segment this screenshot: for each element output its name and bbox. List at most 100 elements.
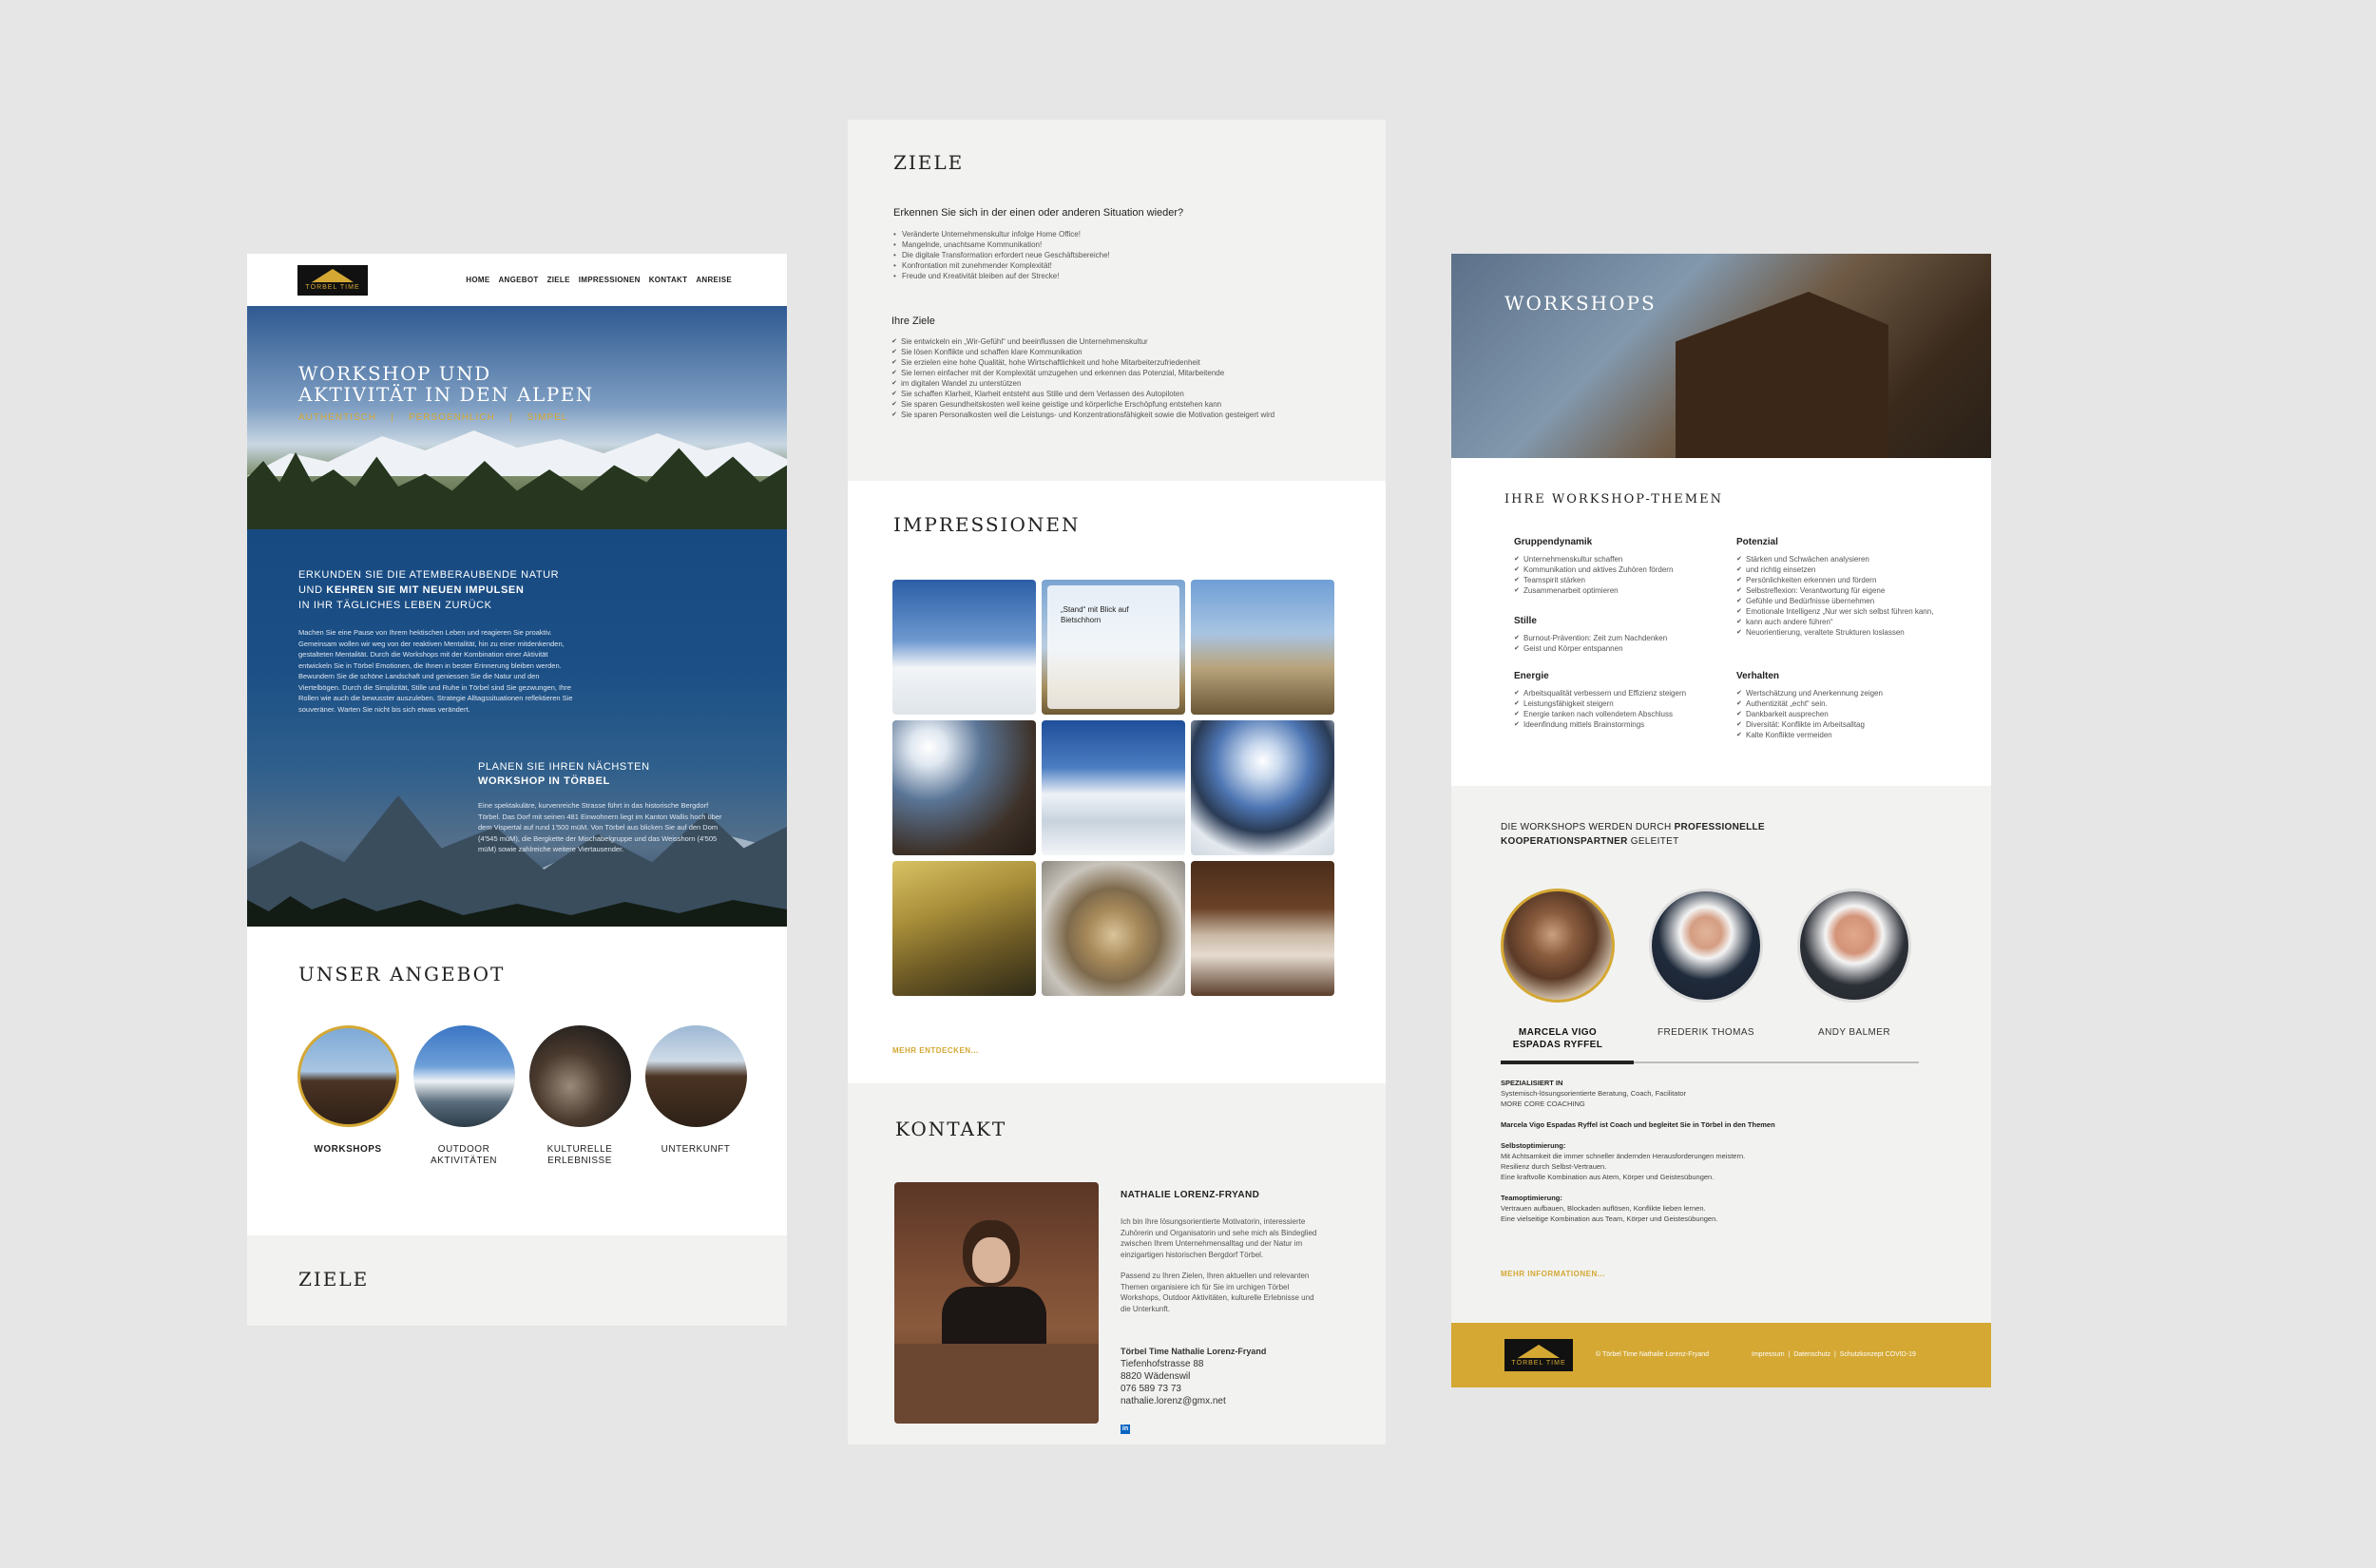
angebot-title: UNSER ANGEBOT — [298, 963, 506, 985]
contact-address: Törbel Time Nathalie Lorenz-Fryand Tiefe… — [1121, 1347, 1267, 1406]
plan-text: Eine spektakuläre, kurvenreiche Strasse … — [478, 801, 722, 853]
site-header: TÖRBEL TIME HOME ANGEBOT ZIELE IMPRESSIO… — [247, 254, 787, 306]
angebot-workshops[interactable]: WORKSHOPS — [295, 1025, 401, 1167]
workshops-mockup: WORKSHOPS IHRE WORKSHOP-THEMEN Gruppendy… — [1451, 254, 1991, 1387]
list-item: Sie sparen Gesundheitskosten weil keine … — [891, 399, 1338, 410]
nav-kontakt[interactable]: KONTAKT — [649, 276, 688, 284]
mehr-informationen-link[interactable]: MEHR INFORMATIONEN... — [1501, 1270, 1605, 1278]
partner-heading: DIE WORKSHOPS WERDEN DURCH PROFESSIONELL… — [1501, 822, 1765, 847]
partner-details: SPEZIALISIERT IN Systemisch-lösungsorien… — [1501, 1079, 1775, 1223]
logo-text: TÖRBEL TIME — [305, 284, 360, 291]
angebot-outdoor[interactable]: OUTDOOR AKTIVITÄTEN — [411, 1025, 517, 1167]
ihre-ziele-title: Ihre Ziele — [891, 316, 935, 327]
theme-energie: Energie Arbeitsqualität verbessern und E… — [1514, 671, 1733, 730]
impressionen-section: IMPRESSIONEN „Stand“ mit Blick auf Biets… — [848, 481, 1386, 1083]
nav-ziele[interactable]: ZIELE — [547, 276, 570, 284]
angebot-kultur[interactable]: KULTURELLE ERLEBNISSE — [527, 1025, 633, 1167]
linkedin-icon[interactable]: in — [1121, 1425, 1130, 1434]
gallery-image[interactable] — [892, 861, 1036, 996]
gallery-image[interactable] — [892, 720, 1036, 855]
avatar — [1501, 889, 1615, 1003]
list-item: Sie erzielen eine hohe Qualität, hohe Wi… — [891, 357, 1338, 368]
intro-section: ERKUNDEN SIE DIE ATEMBERAUBENDE NATUR UN… — [247, 529, 787, 927]
kontakt-section: KONTAKT NATHALIE LORENZ-FRYAND Ich bin I… — [848, 1083, 1386, 1444]
list-item: Konfrontation mit zunehmender Komplexitä… — [893, 260, 1331, 271]
intro-text: Machen Sie eine Pause von Ihrem hektisch… — [298, 628, 573, 714]
list-item: Veränderte Unternehmenskultur infolge Ho… — [893, 229, 1331, 239]
nav-home[interactable]: HOME — [466, 276, 489, 284]
theme-verhalten: Verhalten Wertschätzung und Anerkennung … — [1736, 671, 1955, 740]
intro-heading: ERKUNDEN SIE DIE ATEMBERAUBENDE NATUR UN… — [298, 569, 560, 611]
partner-section: DIE WORKSHOPS WERDEN DURCH PROFESSIONELL… — [1451, 786, 1991, 1323]
contact-email[interactable]: nathalie.lorenz@gmx.net — [1121, 1396, 1226, 1406]
situation-list: Veränderte Unternehmenskultur infolge Ho… — [893, 229, 1331, 281]
main-nav: HOME ANGEBOT ZIELE IMPRESSIONEN KONTAKT … — [466, 276, 732, 284]
avatar — [1797, 889, 1911, 1003]
ziele-question: Erkennen Sie sich in der einen oder ande… — [893, 207, 1184, 219]
logo[interactable]: TÖRBEL TIME — [297, 264, 368, 296]
site-footer: TÖRBEL TIME © Törbel Time Nathalie Loren… — [1451, 1323, 1991, 1387]
gallery-image[interactable] — [892, 580, 1036, 715]
content-mockup: ZIELE Erkennen Sie sich in der einen ode… — [848, 120, 1386, 1444]
themen-section: IHRE WORKSHOP-THEMEN Gruppendynamik Unte… — [1451, 458, 1991, 786]
workshops-title: WORKSHOPS — [1504, 292, 1657, 315]
hero-tagline: AUTHENTISCH | PERSOENHLICH | SIMPEL — [298, 412, 568, 423]
footer-copyright: © Törbel Time Nathalie Lorenz-Fryand — [1596, 1351, 1710, 1358]
footer-links[interactable]: Impressum | Datenschutz | Schutzkonzept … — [1752, 1351, 1916, 1358]
person-selector-line — [1501, 1061, 1919, 1064]
gallery-image[interactable] — [1042, 861, 1185, 996]
angebot-unterkunft[interactable]: UNTERKUNFT — [642, 1025, 749, 1167]
list-item: Sie entwickeln ein „Wir-Gefühl“ und beei… — [891, 336, 1338, 347]
gallery-image[interactable] — [1191, 720, 1334, 855]
chalet-silhouette — [1676, 292, 1888, 458]
mehr-entdecken-link[interactable]: MEHR ENTDECKEN... — [892, 1046, 979, 1055]
hero-title: WORKSHOP UND AKTIVITÄT IN DEN ALPEN — [298, 362, 594, 406]
nav-angebot[interactable]: ANGEBOT — [498, 276, 538, 284]
outdoor-image — [412, 1025, 515, 1127]
ziele-list: Sie entwickeln ein „Wir-Gefühl“ und beei… — [891, 336, 1338, 420]
plan-heading: PLANEN SIE IHREN NÄCHSTEN WORKSHOP IN TÖ… — [478, 761, 650, 787]
list-item: Sie lösen Konflikte und schaffen klare K… — [891, 347, 1338, 357]
ziele-section: ZIELE Erkennen Sie sich in der einen ode… — [848, 120, 1386, 481]
image-caption: „Stand“ mit Blick auf Bietschhorn — [1061, 605, 1129, 624]
theme-gruppendynamik: Gruppendynamik Unternehmenskultur schaff… — [1514, 537, 1733, 596]
mountain-icon — [312, 269, 354, 282]
list-item: Sie sparen Personalkosten weil die Leist… — [891, 410, 1338, 420]
list-item: Die digitale Transformation erfordert ne… — [893, 250, 1331, 260]
contact-name: NATHALIE LORENZ-FRYAND — [1121, 1190, 1260, 1200]
contact-bio: Ich bin Ihre lösungsorientierte Motivato… — [1121, 1217, 1317, 1313]
gallery-image[interactable] — [1042, 720, 1185, 855]
gallery-image[interactable] — [1191, 580, 1334, 715]
partner-marcela[interactable]: MARCELA VIGO ESPADAS RYFFEL — [1501, 889, 1615, 1051]
partner-andy[interactable]: ANDY BALMER — [1797, 889, 1911, 1051]
footer-logo[interactable]: TÖRBEL TIME — [1504, 1339, 1573, 1371]
kontakt-title: KONTAKT — [895, 1118, 1007, 1140]
workshops-image — [297, 1025, 399, 1127]
theme-stille: Stille Burnout-Prävention: Zeit zum Nach… — [1514, 616, 1733, 654]
angebot-section: UNSER ANGEBOT WORKSHOPS OUTDOOR AKTIVITÄ… — [247, 927, 787, 1235]
list-item: Freude und Kreativität bleiben auf der S… — [893, 271, 1331, 281]
workshops-hero: WORKSHOPS — [1451, 254, 1991, 458]
ziele-title: ZIELE — [893, 151, 965, 174]
kultur-image — [528, 1025, 631, 1127]
list-item: Sie schaffen Klarheit, Klarheit entsteht… — [891, 389, 1338, 399]
contact-portrait — [894, 1182, 1099, 1424]
hero-banner: WORKSHOP UND AKTIVITÄT IN DEN ALPEN AUTH… — [247, 306, 787, 529]
list-item: im digitalen Wandel zu unterstützen — [891, 378, 1338, 389]
gallery-image-captioned[interactable]: „Stand“ mit Blick auf Bietschhorn — [1042, 580, 1185, 715]
gallery-image[interactable] — [1191, 861, 1334, 996]
mountain-icon — [1518, 1344, 1560, 1358]
partner-frederik[interactable]: FREDERIK THOMAS — [1649, 889, 1763, 1051]
list-item: Mangelnde, unachtsame Kommunikation! — [893, 239, 1331, 250]
unterkunft-image — [644, 1025, 747, 1127]
nav-anreise[interactable]: ANREISE — [696, 276, 732, 284]
theme-potenzial: Potenzial Stärken und Schwächen analysie… — [1736, 537, 1964, 638]
ziele-section-preview: ZIELE — [247, 1235, 787, 1326]
themen-title: IHRE WORKSHOP-THEMEN — [1504, 492, 1723, 507]
list-item: Sie lernen einfacher mit der Komplexität… — [891, 368, 1338, 378]
impressionen-title: IMPRESSIONEN — [893, 513, 1081, 536]
mountain-ridge — [247, 430, 787, 476]
homepage-mockup: TÖRBEL TIME HOME ANGEBOT ZIELE IMPRESSIO… — [247, 254, 787, 1326]
ziele-title: ZIELE — [298, 1268, 370, 1291]
nav-impressionen[interactable]: IMPRESSIONEN — [579, 276, 641, 284]
